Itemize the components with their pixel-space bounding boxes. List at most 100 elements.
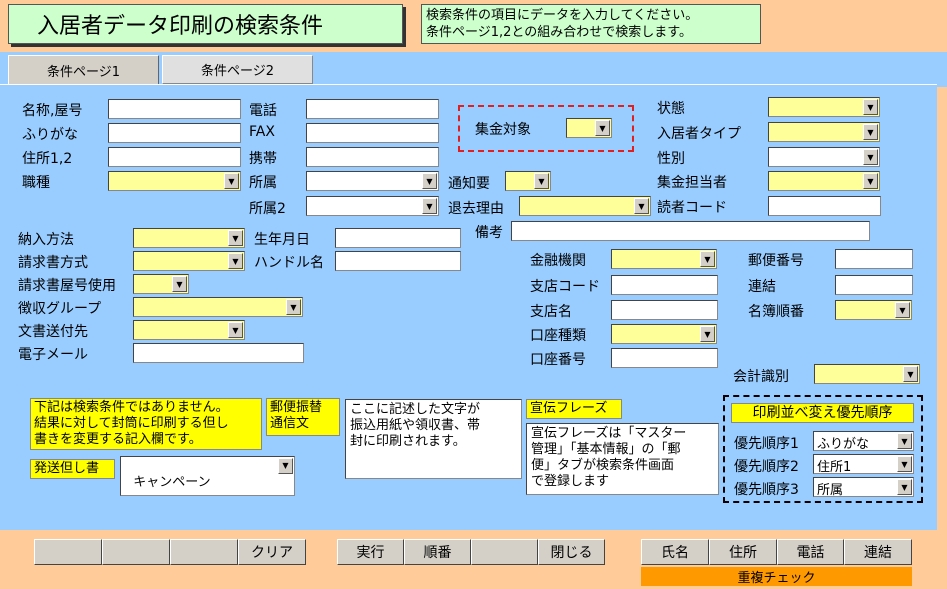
ad-phrase-text[interactable]: 宣伝フレーズは「マスター 管理」「基本情報」の「郵 便」タブが検索条件画面 で登…: [526, 423, 719, 495]
dropdown-arrow-icon[interactable]: ▼: [172, 276, 187, 292]
branch-name-label: 支店名: [530, 304, 572, 320]
roster-order-select[interactable]: ▼: [835, 300, 912, 320]
notice-required-select[interactable]: ▼: [505, 171, 551, 191]
send-notice-field[interactable]: キャンペーン ▼: [120, 456, 295, 496]
tab-condition-page-1[interactable]: 条件ページ1: [8, 55, 159, 84]
dropdown-arrow-icon[interactable]: ▼: [903, 366, 918, 382]
dropdown-arrow-icon[interactable]: ▼: [422, 198, 437, 214]
furigana-label: ふりがな: [22, 127, 78, 143]
blank-button-4[interactable]: [471, 539, 538, 565]
priority3-select[interactable]: 所属 ▼: [813, 477, 914, 498]
dropdown-arrow-icon[interactable]: ▼: [534, 173, 549, 189]
sort-name-button[interactable]: 氏名: [641, 539, 709, 565]
doc-destination-select[interactable]: ▼: [133, 320, 245, 340]
resident-type-select[interactable]: ▼: [768, 122, 880, 142]
dropdown-arrow-icon[interactable]: ▼: [278, 458, 293, 474]
sort-phone-button[interactable]: 電話: [777, 539, 844, 565]
fax-input[interactable]: [306, 123, 439, 143]
dropdown-arrow-icon[interactable]: ▼: [897, 479, 912, 495]
branch-name-input[interactable]: [611, 300, 718, 320]
link-input[interactable]: [835, 275, 913, 295]
close-button[interactable]: 閉じる: [538, 539, 605, 565]
collect-target-select[interactable]: ▼: [566, 118, 612, 138]
sort-address-button[interactable]: 住所: [709, 539, 777, 565]
accounting-id-select[interactable]: ▼: [814, 364, 920, 384]
dropdown-arrow-icon[interactable]: ▼: [897, 433, 912, 449]
priority2-value: 住所1: [817, 460, 852, 475]
bank-select[interactable]: ▼: [611, 249, 717, 269]
dropdown-arrow-icon[interactable]: ▼: [895, 302, 910, 318]
ad-phrase-label: 宣伝フレーズ: [526, 399, 622, 419]
dropdown-arrow-icon[interactable]: ▼: [634, 198, 649, 214]
dropdown-arrow-icon[interactable]: ▼: [422, 173, 437, 189]
run-button[interactable]: 実行: [337, 539, 404, 565]
blank-button-2[interactable]: [102, 539, 170, 565]
notice-required-label: 通知要: [448, 176, 490, 192]
priority1-select[interactable]: ふりがな ▼: [813, 431, 914, 452]
invoice-method-select[interactable]: ▼: [133, 251, 245, 271]
dropdown-arrow-icon[interactable]: ▼: [863, 149, 878, 165]
branch-code-input[interactable]: [611, 275, 718, 295]
tab-condition-page-2[interactable]: 条件ページ2: [162, 55, 313, 84]
invoice-house-no-label: 請求書屋号使用: [18, 278, 116, 294]
bank-label: 金融機関: [530, 253, 586, 269]
dropdown-arrow-icon[interactable]: ▼: [595, 120, 610, 136]
postal-code-input[interactable]: [835, 249, 913, 269]
remarks-input[interactable]: [511, 221, 870, 241]
priority3-value: 所属: [817, 483, 844, 498]
dropdown-arrow-icon[interactable]: ▼: [700, 326, 715, 342]
dropdown-arrow-icon[interactable]: ▼: [228, 253, 243, 269]
roster-order-label: 名簿順番: [748, 304, 804, 320]
name-input[interactable]: [108, 99, 241, 119]
page-title: 入居者データ印刷の検索条件: [8, 4, 403, 44]
reader-code-input[interactable]: [768, 196, 881, 216]
phone-label: 電話: [249, 103, 277, 119]
dropdown-arrow-icon[interactable]: ▼: [700, 251, 715, 267]
dropdown-arrow-icon[interactable]: ▼: [863, 99, 878, 115]
dropdown-arrow-icon[interactable]: ▼: [224, 173, 239, 189]
doc-destination-label: 文書送付先: [18, 324, 88, 340]
payment-method-select[interactable]: ▼: [133, 228, 245, 248]
instruction-line-2: 条件ページ1,2との組み合わせで検索します。: [426, 25, 692, 40]
mobile-input[interactable]: [306, 147, 439, 167]
handle-name-input[interactable]: [335, 251, 461, 271]
address-input[interactable]: [108, 147, 241, 167]
dropdown-arrow-icon[interactable]: ▼: [228, 230, 243, 246]
sort-link-button[interactable]: 連結: [844, 539, 912, 565]
payment-method-label: 納入方法: [18, 232, 74, 248]
affiliation2-select[interactable]: ▼: [306, 196, 439, 216]
leave-reason-label: 退去理由: [448, 201, 504, 217]
birthdate-input[interactable]: [335, 228, 461, 248]
account-number-input[interactable]: [611, 348, 718, 368]
leave-reason-select[interactable]: ▼: [519, 196, 651, 216]
priority3-label: 優先順序3: [734, 482, 799, 498]
priority2-select[interactable]: 住所1 ▼: [813, 454, 914, 475]
dropdown-arrow-icon[interactable]: ▼: [897, 456, 912, 472]
blank-button-3[interactable]: [170, 539, 238, 565]
gender-select[interactable]: ▼: [768, 147, 880, 167]
furigana-input[interactable]: [108, 123, 241, 143]
collection-group-select[interactable]: ▼: [133, 297, 303, 317]
dropdown-arrow-icon[interactable]: ▼: [863, 124, 878, 140]
order-button[interactable]: 順番: [404, 539, 471, 565]
gender-label: 性別: [657, 151, 685, 167]
dropdown-arrow-icon[interactable]: ▼: [863, 173, 878, 189]
dropdown-arrow-icon[interactable]: ▼: [286, 299, 301, 315]
status-select[interactable]: ▼: [768, 97, 880, 117]
account-type-select[interactable]: ▼: [611, 324, 717, 344]
occupation-select[interactable]: ▼: [108, 171, 241, 191]
affiliation-label: 所属: [249, 175, 277, 191]
collector-select[interactable]: ▼: [768, 171, 880, 191]
dropdown-arrow-icon[interactable]: ▼: [228, 322, 243, 338]
collection-group-label: 徴収グループ: [18, 301, 102, 317]
invoice-method-label: 請求書方式: [18, 255, 88, 271]
invoice-house-no-select[interactable]: ▼: [133, 274, 189, 294]
phone-input[interactable]: [306, 99, 439, 119]
condition-note: 下記は検索条件ではありません。 結果に対して封筒に印刷する但し 書きを変更する記…: [30, 398, 262, 450]
email-input[interactable]: [133, 343, 304, 363]
send-notice-value: キャンペーン: [133, 475, 211, 490]
blank-button-1[interactable]: [34, 539, 102, 565]
postal-transfer-text[interactable]: ここに記述した文字が 振込用紙や領収書、帯 封に印刷されます。: [345, 399, 522, 479]
affiliation-select[interactable]: ▼: [306, 171, 439, 191]
clear-button[interactable]: クリア: [238, 539, 306, 565]
